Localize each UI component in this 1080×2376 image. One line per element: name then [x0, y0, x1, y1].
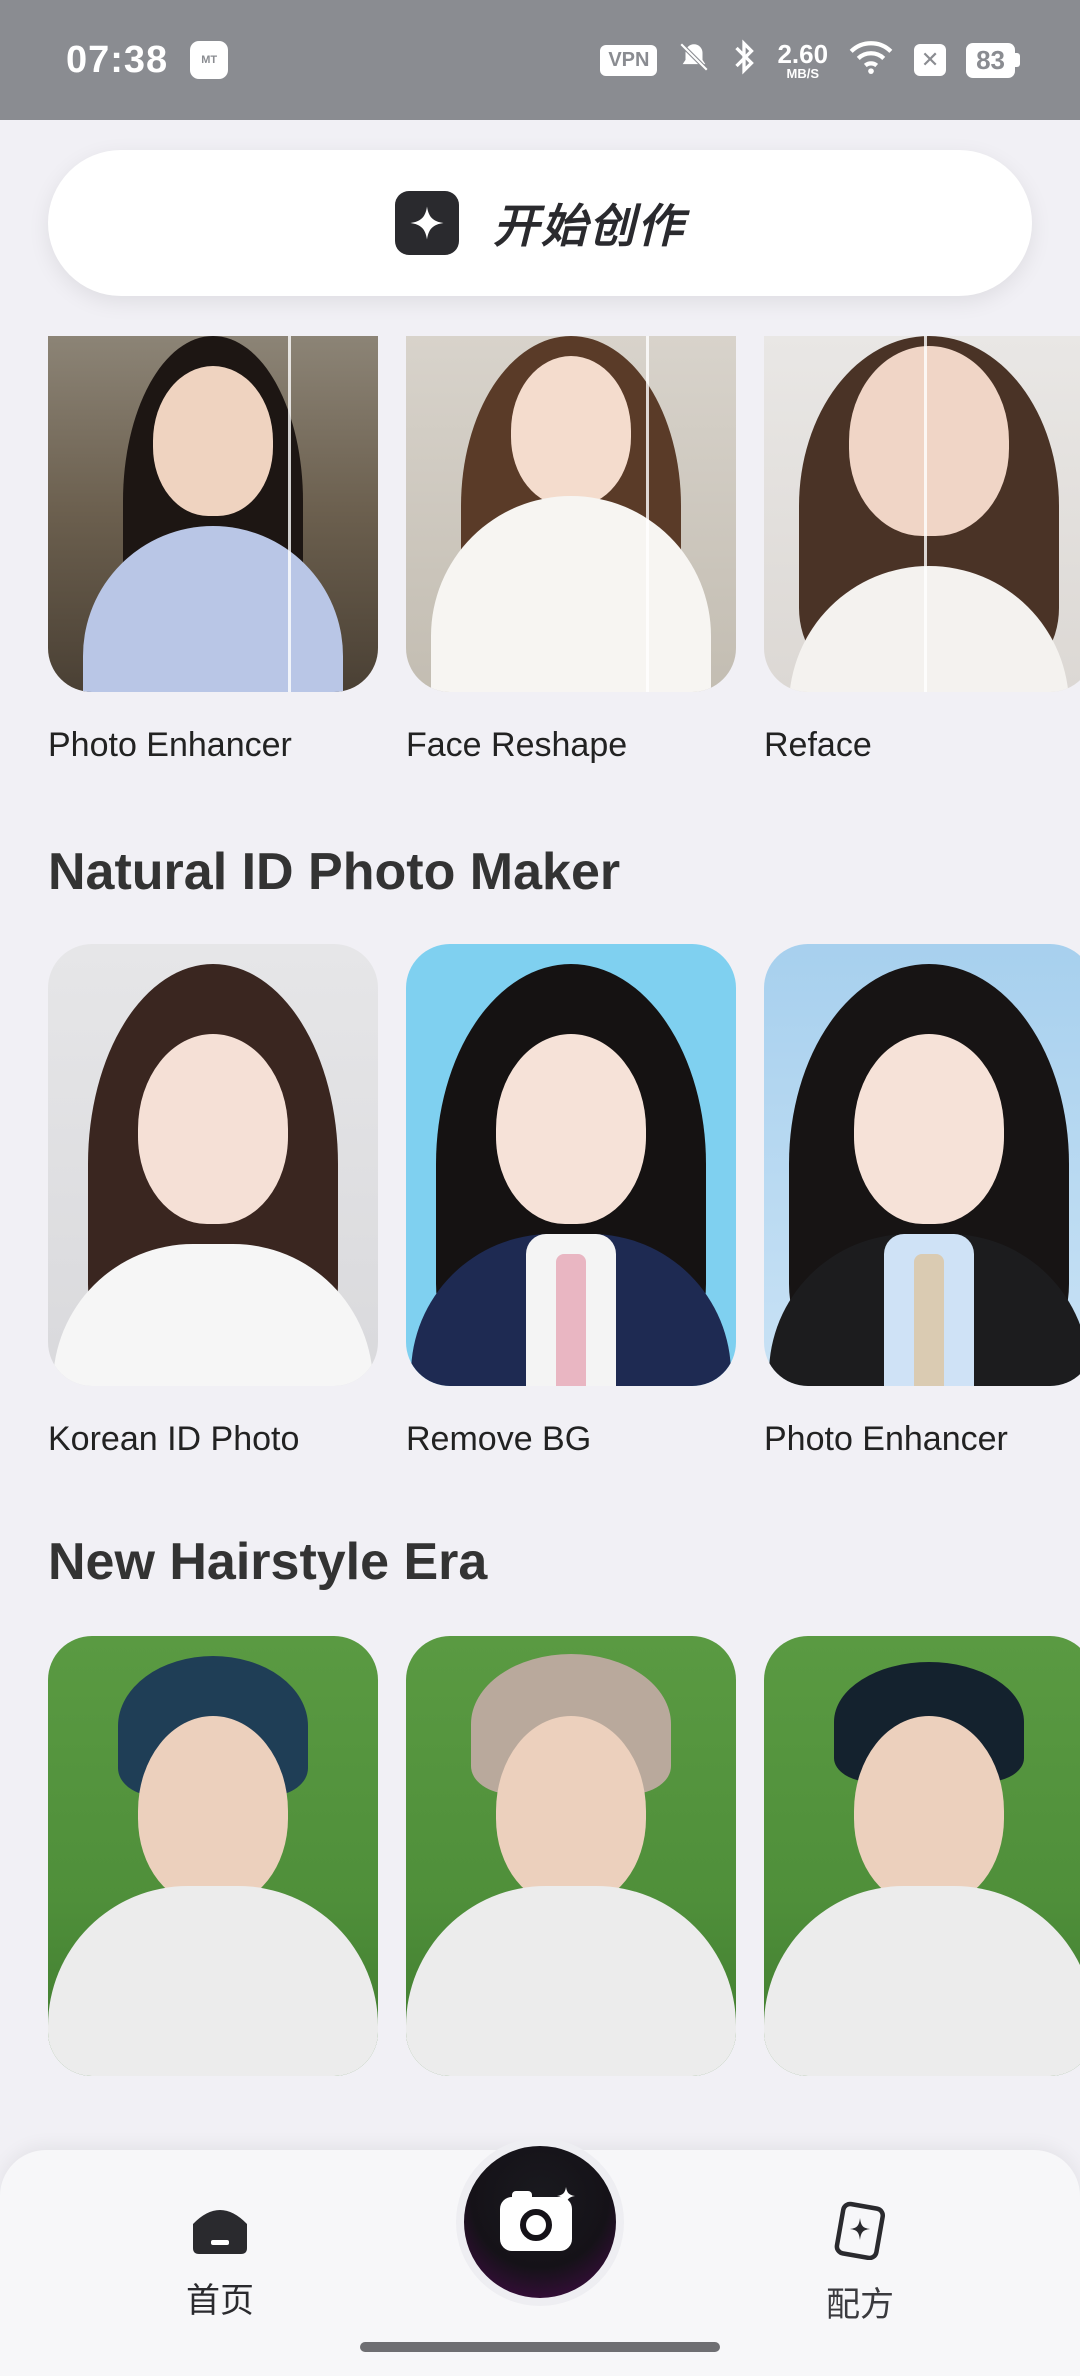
tool-card-reface[interactable]: Reface [764, 336, 1080, 765]
home-indicator [360, 2342, 720, 2352]
sparkle-icon [395, 191, 459, 255]
id-card-korean-id-photo[interactable]: Korean ID Photo [48, 944, 378, 1459]
photo-enhancer-thumbnail [48, 336, 378, 692]
id-card-photo-enhancer[interactable]: Photo Enhancer [764, 944, 1080, 1459]
id-card-remove-bg[interactable]: Remove BG [406, 944, 736, 1459]
hairstyle-card-3[interactable] [764, 1636, 1080, 2110]
card-label: Remove BG [406, 1420, 592, 1458]
card-label: Face Reshape [406, 726, 628, 764]
korean-id-photo-thumbnail [48, 944, 378, 1386]
camera-button[interactable] [456, 2138, 624, 2306]
start-creating-button[interactable]: 开始创作 [48, 150, 1032, 296]
hairstyle-thumbnail [406, 1636, 736, 2076]
battery-indicator: 83 [966, 42, 1020, 78]
status-time: 07:38 [66, 38, 169, 81]
id-photo-row: Korean ID Photo Remove BG Photo Enhancer [48, 944, 1080, 1459]
tool-card-photo-enhancer[interactable]: Photo Enhancer [48, 336, 378, 765]
card-label: Korean ID Photo [48, 1420, 300, 1458]
recipes-card-icon [830, 2200, 890, 2265]
id-photo-enhancer-thumbnail [764, 944, 1080, 1386]
card-label: Photo Enhancer [48, 726, 292, 764]
network-speed: 2.60 MB/S [777, 38, 829, 81]
card-label: Photo Enhancer [764, 1420, 1008, 1458]
hairstyle-thumbnail [48, 1636, 378, 2076]
start-creating-label: 开始创作 [493, 200, 685, 252]
camera-icon [498, 2186, 582, 2258]
tool-card-face-reshape[interactable]: Face Reshape [406, 336, 736, 765]
mute-bell-icon [677, 40, 711, 80]
home-icon [189, 2200, 251, 2261]
nav-home-label: 首页 [186, 2282, 254, 2320]
section-title: New Hairstyle Era [48, 1533, 488, 1591]
hairstyle-card-1[interactable] [48, 1636, 378, 2110]
bluetooth-icon [731, 39, 757, 81]
wifi-icon [848, 40, 894, 80]
nav-recipes[interactable]: 配方 [780, 2200, 940, 2326]
card-label: Reface [764, 726, 872, 764]
app-notification-icon: MT [190, 41, 229, 79]
hairstyle-card-2[interactable] [406, 1636, 736, 2110]
nav-home[interactable]: 首页 [140, 2200, 300, 2322]
remove-bg-thumbnail [406, 944, 736, 1386]
face-reshape-thumbnail [406, 336, 736, 692]
status-bar: 07:38 MT VPN 2.60 MB/S ✕ 83 [0, 0, 1080, 120]
section-title: Natural ID Photo Maker [48, 843, 621, 901]
hairstyle-thumbnail [764, 1636, 1080, 2076]
hairstyle-row [48, 1636, 1080, 2110]
no-sim-icon: ✕ [914, 44, 947, 76]
nav-recipes-label: 配方 [826, 2286, 894, 2324]
vpn-badge: VPN [600, 44, 658, 76]
tools-row: Photo Enhancer Face Reshape Reface [48, 336, 1080, 765]
reface-thumbnail [764, 336, 1080, 692]
